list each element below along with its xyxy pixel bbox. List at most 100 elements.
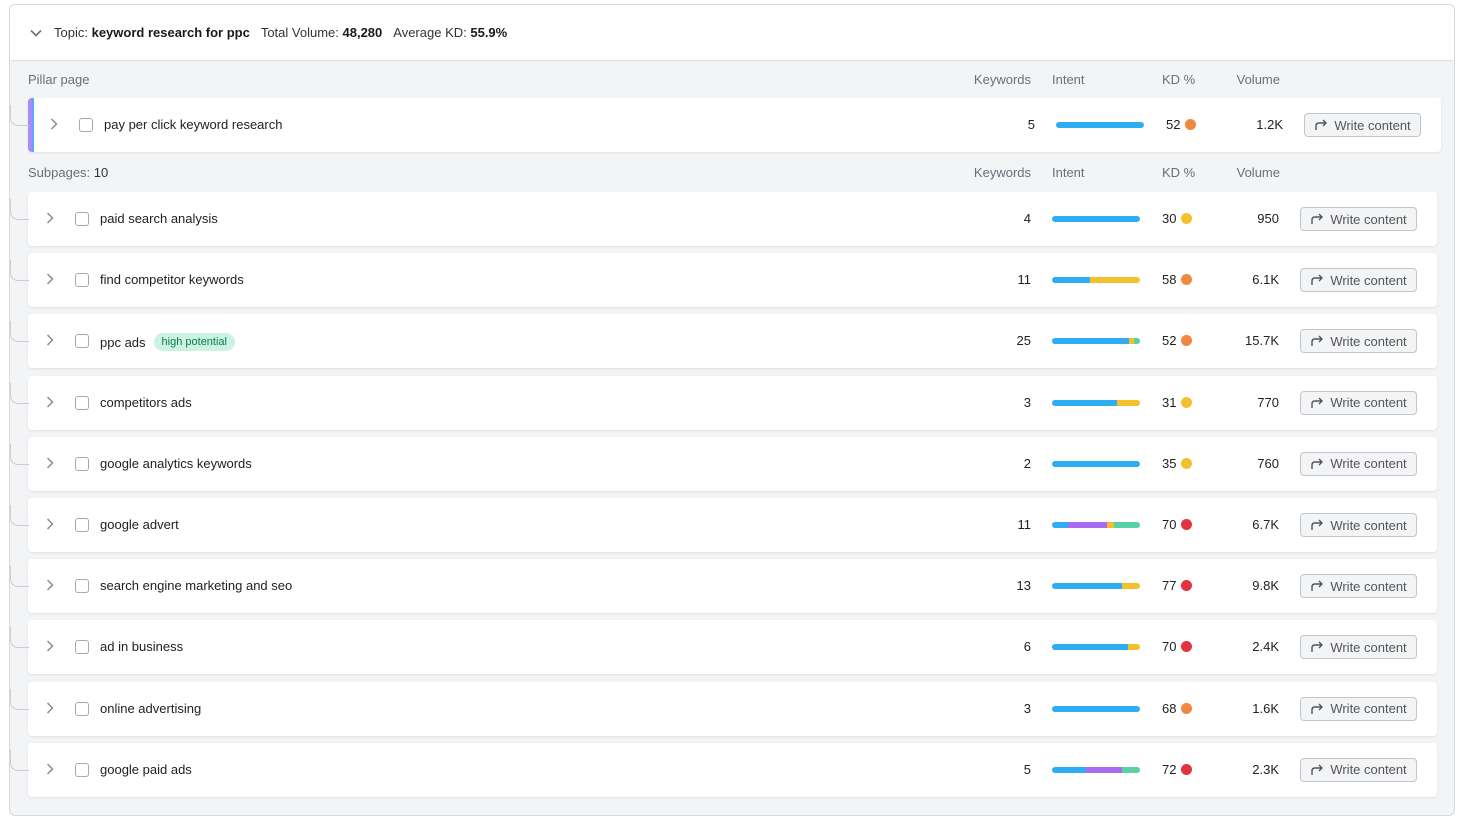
- write-content-button[interactable]: Write content: [1300, 207, 1417, 231]
- row-checkbox[interactable]: [75, 640, 89, 655]
- kd-dot: [1181, 580, 1193, 592]
- share-arrow-icon: [1311, 703, 1324, 714]
- chevron-right-icon[interactable]: [43, 517, 57, 531]
- write-content-label[interactable]: Write content: [1330, 273, 1406, 288]
- row-name[interactable]: ppc ads high potential: [100, 333, 235, 352]
- topic-row: find competitor keywords 11 58 6.1K Writ…: [28, 253, 1437, 308]
- chevron-right-icon[interactable]: [43, 639, 57, 653]
- row-name[interactable]: pay per click keyword research: [104, 117, 282, 132]
- tree-connector: [10, 105, 29, 126]
- write-content-label[interactable]: Write content: [1330, 212, 1406, 227]
- row-name-text[interactable]: search engine marketing and seo: [100, 578, 292, 593]
- topic-label: Topic:: [54, 25, 88, 40]
- row-checkbox[interactable]: [79, 118, 93, 132]
- row-checkbox[interactable]: [75, 395, 89, 410]
- write-content-button[interactable]: Write content: [1300, 329, 1417, 354]
- chevron-down-icon[interactable]: [26, 23, 46, 43]
- row-checkbox[interactable]: [75, 273, 89, 288]
- row-name[interactable]: google analytics keywords: [100, 456, 252, 471]
- write-content-button[interactable]: Write content: [1300, 696, 1417, 721]
- row-checkbox[interactable]: [75, 456, 89, 471]
- chevron-right-icon[interactable]: [47, 117, 61, 131]
- row-name-text[interactable]: ppc ads: [100, 335, 146, 350]
- row-kd: 72: [1162, 762, 1193, 777]
- tree-connector: [10, 199, 29, 220]
- row-checkbox[interactable]: [75, 701, 89, 716]
- write-content-label[interactable]: Write content: [1330, 518, 1406, 533]
- write-content-button[interactable]: Write content: [1304, 113, 1421, 137]
- chevron-right-icon[interactable]: [43, 272, 57, 286]
- intent-bar: [1052, 644, 1140, 651]
- chevron-right-icon[interactable]: [43, 456, 57, 470]
- row-name-text[interactable]: ad in business: [100, 639, 183, 654]
- write-content-button[interactable]: Write content: [1300, 513, 1417, 537]
- write-content-button[interactable]: Write content: [1300, 451, 1417, 476]
- chevron-right-icon[interactable]: [43, 211, 57, 225]
- write-content-button[interactable]: Write content: [1300, 574, 1417, 599]
- row-checkbox[interactable]: [75, 579, 89, 594]
- write-content-button[interactable]: Write content: [1300, 268, 1417, 293]
- write-content-label[interactable]: Write content: [1330, 762, 1406, 777]
- row-checkbox[interactable]: [75, 762, 89, 777]
- total-volume: Total Volume: 48,280: [261, 25, 382, 40]
- row-keywords: 4: [1023, 211, 1031, 226]
- row-name-text[interactable]: google analytics keywords: [100, 456, 252, 471]
- write-content-button[interactable]: Write content: [1300, 757, 1417, 782]
- kd-value: 52: [1162, 333, 1177, 349]
- row-name[interactable]: online advertising: [100, 701, 201, 716]
- intent-segment: [1052, 460, 1140, 467]
- row-name-text[interactable]: google advert: [100, 517, 179, 532]
- intent-segment: [1052, 216, 1140, 222]
- row-name[interactable]: search engine marketing and seo: [100, 578, 292, 593]
- intent-segment: [1067, 522, 1108, 528]
- chevron-right-icon[interactable]: [43, 701, 57, 715]
- chevron-right-icon[interactable]: [43, 762, 57, 776]
- intent-segment: [1052, 583, 1123, 590]
- chevron-right-icon[interactable]: [43, 395, 57, 409]
- row-checkbox[interactable]: [75, 518, 89, 532]
- row-name[interactable]: find competitor keywords: [100, 272, 244, 287]
- intent-segment: [1117, 399, 1140, 406]
- row-volume: 1.2K: [1256, 117, 1283, 132]
- row-kd: 70: [1162, 639, 1193, 655]
- write-content-label[interactable]: Write content: [1334, 118, 1410, 133]
- row-name[interactable]: google paid ads: [100, 762, 192, 777]
- row-name-text[interactable]: paid search analysis: [100, 211, 218, 226]
- kd-value: 70: [1162, 639, 1177, 655]
- tree-connector: [10, 627, 29, 649]
- tree-connector: [10, 443, 29, 465]
- chevron-right-icon[interactable]: [43, 333, 57, 347]
- write-content-button[interactable]: Write content: [1300, 635, 1417, 660]
- write-content-label[interactable]: Write content: [1330, 579, 1406, 594]
- pillar-row: pay per click keyword research 5 52 1.2K…: [28, 98, 1441, 152]
- topic-row: ad in business 6 70 2.4K Write content: [28, 620, 1437, 675]
- row-name-text[interactable]: pay per click keyword research: [104, 117, 282, 132]
- write-content-label[interactable]: Write content: [1330, 334, 1406, 349]
- intent-segment: [1133, 338, 1140, 345]
- row-checkbox[interactable]: [75, 212, 89, 226]
- row-kd: 31: [1162, 395, 1193, 410]
- row-name-text[interactable]: online advertising: [100, 701, 201, 716]
- intent-segment: [1052, 338, 1130, 345]
- write-content-label[interactable]: Write content: [1330, 456, 1406, 471]
- total-volume-label: Total Volume:: [260, 25, 339, 40]
- intent-bar: [1052, 766, 1140, 773]
- row-name-text[interactable]: google paid ads: [100, 762, 192, 777]
- chevron-right-icon[interactable]: [43, 578, 57, 592]
- share-arrow-icon: [1311, 397, 1324, 408]
- row-name-text[interactable]: find competitor keywords: [100, 272, 244, 287]
- write-content-label[interactable]: Write content: [1330, 640, 1406, 655]
- row-name[interactable]: google advert: [100, 517, 179, 532]
- row-name[interactable]: competitors ads: [100, 395, 192, 410]
- volume-column-header: Volume: [1236, 72, 1280, 87]
- write-content-label[interactable]: Write content: [1330, 395, 1406, 410]
- write-content-label[interactable]: Write content: [1330, 701, 1406, 716]
- row-volume: 9.8K: [1252, 578, 1279, 594]
- row-name[interactable]: paid search analysis: [100, 211, 218, 226]
- intent-bar: [1052, 399, 1140, 406]
- row-checkbox[interactable]: [75, 334, 89, 349]
- row-name[interactable]: ad in business: [100, 639, 183, 654]
- keywords-column-header: Keywords: [973, 165, 1031, 180]
- write-content-button[interactable]: Write content: [1300, 390, 1417, 415]
- row-name-text[interactable]: competitors ads: [100, 395, 192, 410]
